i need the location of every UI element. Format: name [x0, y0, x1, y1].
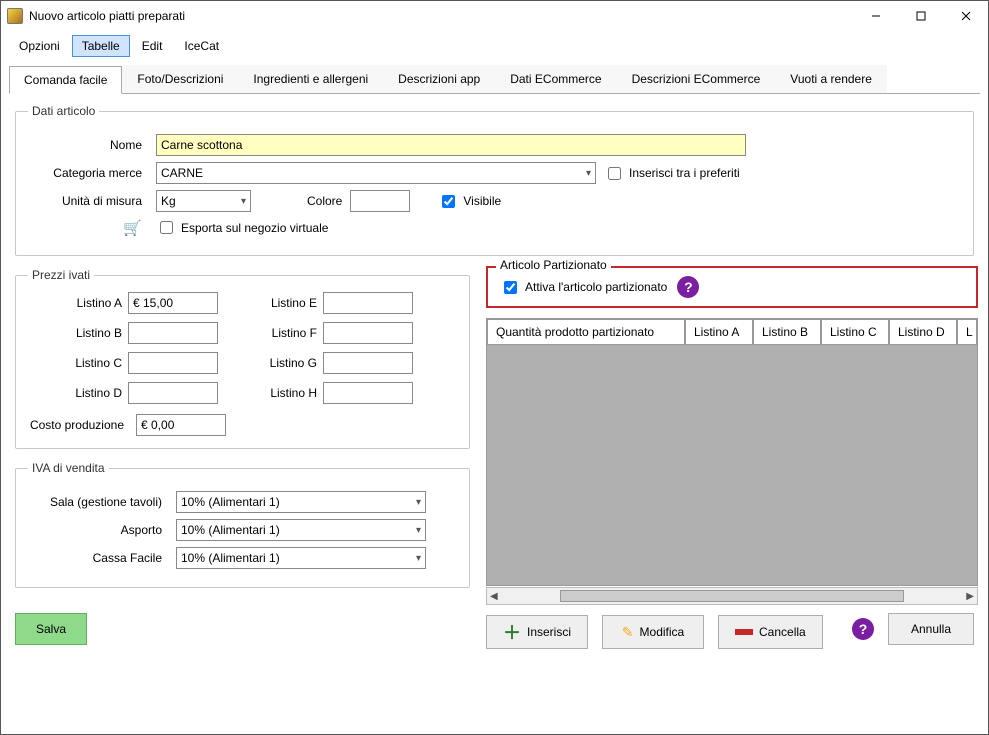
- colore-input[interactable]: [350, 190, 410, 212]
- attiva-partizionato-checkbox[interactable]: Attiva l'articolo partizionato: [500, 278, 667, 297]
- iva-asporto-select[interactable]: 10% (Alimentari 1) ▾: [176, 519, 426, 541]
- listino-f-label: Listino F: [223, 326, 323, 340]
- help-icon[interactable]: ?: [852, 618, 874, 640]
- menu-opzioni[interactable]: Opzioni: [9, 35, 70, 57]
- um-select[interactable]: Kg ▾: [156, 190, 251, 212]
- chevron-down-icon: ▾: [586, 168, 591, 179]
- listino-d-label: Listino D: [28, 386, 128, 400]
- scroll-right-icon[interactable]: ▶: [966, 591, 974, 602]
- annulla-button[interactable]: Annulla: [888, 613, 974, 645]
- footer: Salva ? Annulla: [15, 613, 974, 645]
- listino-e-label: Listino E: [223, 296, 323, 310]
- chevron-down-icon: ▾: [416, 525, 421, 536]
- minimize-button[interactable]: [853, 1, 898, 31]
- tab-descrizioni-ecommerce[interactable]: Descrizioni ECommerce: [617, 65, 776, 93]
- grid-col-listino-b[interactable]: Listino B: [753, 319, 821, 345]
- categoria-value: CARNE: [161, 166, 203, 180]
- listino-b-label: Listino B: [28, 326, 128, 340]
- iva-legend: IVA di vendita: [28, 461, 109, 475]
- menu-tabelle[interactable]: Tabelle: [72, 35, 130, 57]
- preferiti-checkbox[interactable]: Inserisci tra i preferiti: [604, 164, 740, 183]
- iva-cassa-label: Cassa Facile: [28, 551, 168, 565]
- esporta-label: Esporta sul negozio virtuale: [181, 221, 328, 235]
- listino-g-input[interactable]: [323, 352, 413, 374]
- tab-foto-descrizioni[interactable]: Foto/Descrizioni: [122, 65, 238, 93]
- help-icon[interactable]: ?: [677, 276, 699, 298]
- preferiti-checkbox-input[interactable]: [608, 167, 621, 180]
- iva-sala-label: Sala (gestione tavoli): [28, 495, 168, 509]
- scrollbar-thumb[interactable]: [560, 590, 904, 602]
- visibile-checkbox-input[interactable]: [442, 195, 455, 208]
- partizionato-legend: Articolo Partizionato: [496, 258, 611, 272]
- categoria-select[interactable]: CARNE ▾: [156, 162, 596, 184]
- iva-asporto-value: 10% (Alimentari 1): [181, 523, 280, 537]
- grid-col-listino-d[interactable]: Listino D: [889, 319, 957, 345]
- esporta-checkbox[interactable]: Esporta sul negozio virtuale: [156, 218, 328, 237]
- app-icon: [7, 8, 23, 24]
- iva-cassa-value: 10% (Alimentari 1): [181, 551, 280, 565]
- listino-c-label: Listino C: [28, 356, 128, 370]
- attiva-partizionato-checkbox-input[interactable]: [504, 281, 517, 294]
- menu-icecat[interactable]: IceCat: [174, 35, 229, 57]
- listino-g-label: Listino G: [223, 356, 323, 370]
- grid-col-ext[interactable]: L: [957, 319, 977, 345]
- preferiti-label: Inserisci tra i preferiti: [629, 166, 740, 180]
- nome-label: Nome: [28, 138, 148, 152]
- listino-c-input[interactable]: [128, 352, 218, 374]
- listino-d-input[interactable]: [128, 382, 218, 404]
- listino-e-input[interactable]: [323, 292, 413, 314]
- tab-ingredienti-allergeni[interactable]: Ingredienti e allergeni: [238, 65, 383, 93]
- visibile-label: Visibile: [463, 194, 501, 208]
- attiva-partizionato-label: Attiva l'articolo partizionato: [525, 280, 667, 294]
- iva-cassa-select[interactable]: 10% (Alimentari 1) ▾: [176, 547, 426, 569]
- partizionato-highlight-box: Attiva l'articolo partizionato ?: [486, 266, 978, 308]
- partizionato-grid[interactable]: Quantità prodotto partizionato Listino A…: [486, 318, 978, 586]
- listino-a-label: Listino A: [28, 296, 128, 310]
- listino-h-input[interactable]: [323, 382, 413, 404]
- tab-descrizioni-app[interactable]: Descrizioni app: [383, 65, 495, 93]
- dati-articolo-group: Dati articolo Nome Categoria merce CARNE…: [15, 104, 974, 256]
- menubar: Opzioni Tabelle Edit IceCat: [1, 31, 988, 61]
- esporta-checkbox-input[interactable]: [160, 221, 173, 234]
- costo-label: Costo produzione: [28, 418, 130, 432]
- iva-sala-select[interactable]: 10% (Alimentari 1) ▾: [176, 491, 426, 513]
- um-label: Unità di misura: [28, 194, 148, 208]
- scroll-left-icon[interactable]: ◀: [490, 591, 498, 602]
- menu-edit[interactable]: Edit: [132, 35, 173, 57]
- tab-vuoti-a-rendere[interactable]: Vuoti a rendere: [775, 65, 887, 93]
- tab-dati-ecommerce[interactable]: Dati ECommerce: [495, 65, 616, 93]
- categoria-label: Categoria merce: [28, 166, 148, 180]
- iva-group: IVA di vendita Sala (gestione tavoli) 10…: [15, 461, 470, 588]
- nome-input[interactable]: [156, 134, 746, 156]
- listino-f-input[interactable]: [323, 322, 413, 344]
- grid-col-listino-c[interactable]: Listino C: [821, 319, 889, 345]
- titlebar: Nuovo articolo piatti preparati: [1, 1, 988, 31]
- tab-comanda-facile[interactable]: Comanda facile: [9, 66, 122, 94]
- cart-icon: [120, 219, 142, 237]
- iva-asporto-label: Asporto: [28, 523, 168, 537]
- colore-label: Colore: [307, 194, 342, 208]
- tabbar: Comanda facile Foto/Descrizioni Ingredie…: [9, 65, 980, 94]
- costo-input[interactable]: [136, 414, 226, 436]
- chevron-down-icon: ▾: [416, 553, 421, 564]
- prezzi-legend: Prezzi ivati: [28, 268, 94, 282]
- listino-b-input[interactable]: [128, 322, 218, 344]
- close-button[interactable]: [943, 1, 988, 31]
- window-title: Nuovo articolo piatti preparati: [29, 9, 853, 23]
- listino-a-input[interactable]: [128, 292, 218, 314]
- visibile-checkbox[interactable]: Visibile: [438, 192, 501, 211]
- chevron-down-icon: ▾: [241, 196, 246, 207]
- grid-col-quantita[interactable]: Quantità prodotto partizionato: [487, 319, 685, 345]
- dati-articolo-legend: Dati articolo: [28, 104, 99, 118]
- prezzi-group: Prezzi ivati Listino A Listino E Listino…: [15, 268, 470, 449]
- iva-sala-value: 10% (Alimentari 1): [181, 495, 280, 509]
- maximize-button[interactable]: [898, 1, 943, 31]
- chevron-down-icon: ▾: [416, 497, 421, 508]
- grid-col-listino-a[interactable]: Listino A: [685, 319, 753, 345]
- listino-h-label: Listino H: [223, 386, 323, 400]
- salva-button[interactable]: Salva: [15, 613, 87, 645]
- um-value: Kg: [161, 194, 176, 208]
- horizontal-scrollbar[interactable]: ◀ ▶: [486, 587, 978, 605]
